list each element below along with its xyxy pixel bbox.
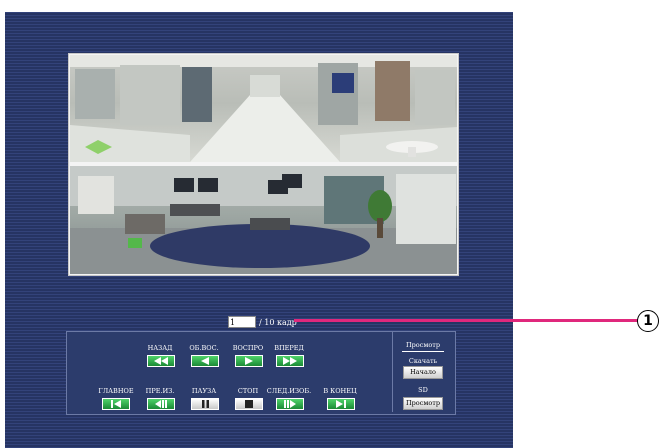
fast-forward-button[interactable] bbox=[276, 355, 304, 367]
view-title-divider bbox=[402, 351, 444, 352]
sd-label: SD bbox=[418, 386, 428, 394]
stop-icon bbox=[245, 400, 253, 408]
camera-view-top bbox=[70, 55, 457, 162]
frame-counter: / 10 кадр bbox=[228, 316, 297, 328]
previous-frame-icon bbox=[155, 400, 167, 408]
frame-number-input[interactable] bbox=[228, 316, 256, 328]
skip-to-start-icon bbox=[111, 400, 121, 408]
callout-number: 1 bbox=[637, 310, 659, 332]
skip-to-end-button[interactable] bbox=[327, 398, 355, 410]
skip-to-start-button[interactable] bbox=[102, 398, 130, 410]
reverse-play-icon bbox=[201, 357, 209, 365]
camera-image bbox=[68, 53, 459, 276]
frame-total-label: / 10 кадр bbox=[259, 317, 297, 327]
camera-view-bottom bbox=[70, 166, 457, 274]
next-frame-label: СЛЕД.ИЗОБ. bbox=[266, 387, 312, 395]
rewind-icon bbox=[154, 357, 168, 365]
view-title: Просмотр bbox=[405, 341, 441, 349]
sd-view-button[interactable]: Просмотр bbox=[403, 397, 443, 410]
download-start-button[interactable]: Начало bbox=[403, 366, 443, 379]
rewind-button[interactable] bbox=[147, 355, 175, 367]
play-icon bbox=[245, 357, 253, 365]
fast-forward-icon bbox=[283, 357, 297, 365]
callout-line bbox=[294, 319, 638, 322]
previous-frame-button[interactable] bbox=[147, 398, 175, 410]
reverse-play-button[interactable] bbox=[191, 355, 219, 367]
download-label: Скачать bbox=[408, 357, 438, 365]
play-button[interactable] bbox=[235, 355, 263, 367]
stop-button[interactable] bbox=[235, 398, 263, 410]
pause-button[interactable] bbox=[191, 398, 219, 410]
next-frame-icon bbox=[284, 400, 296, 408]
fast-forward-label: ВПЕРЕД bbox=[274, 344, 304, 352]
next-frame-button[interactable] bbox=[276, 398, 304, 410]
skip-to-end-icon bbox=[336, 400, 346, 408]
pause-icon bbox=[201, 400, 209, 408]
skip-to-end-label: В КОНЕЦ bbox=[323, 387, 357, 395]
